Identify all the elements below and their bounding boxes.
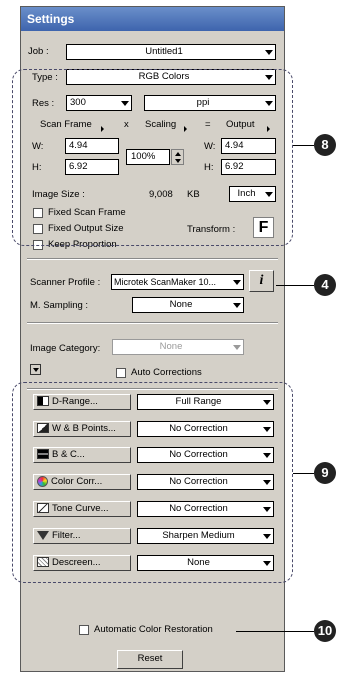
callout-10: 10	[314, 620, 336, 642]
callout-line-10	[236, 631, 314, 632]
m-sampling-value: None	[169, 299, 193, 310]
panel-title: Settings	[21, 7, 284, 31]
scanner-profile-value: Microtek ScanMaker 10...	[114, 277, 217, 287]
info-button[interactable]: i	[249, 270, 274, 292]
group-bracket-8	[12, 69, 293, 246]
divider	[27, 322, 278, 324]
m-sampling-label: M. Sampling :	[30, 300, 89, 311]
callout-line-4	[276, 285, 314, 286]
reset-button[interactable]: Reset	[117, 650, 183, 669]
auto-color-restoration-label: Automatic Color Restoration	[94, 624, 213, 635]
job-value: Untitled1	[145, 46, 183, 57]
group-bracket-9	[12, 382, 293, 583]
scanner-profile-dropdown[interactable]: Microtek ScanMaker 10...	[111, 274, 244, 290]
image-category-dropdown[interactable]: None	[112, 339, 244, 355]
callout-9: 9	[314, 462, 336, 484]
auto-color-restoration-checkbox[interactable]	[79, 625, 89, 635]
chevron-down-icon	[233, 303, 241, 308]
job-label: Job :	[28, 46, 49, 57]
auto-corrections-label: Auto Corrections	[131, 367, 202, 378]
chevron-down-icon	[33, 368, 39, 372]
scanner-profile-label: Scanner Profile :	[30, 277, 101, 288]
callout-4: 4	[314, 274, 336, 296]
m-sampling-dropdown[interactable]: None	[132, 297, 244, 313]
divider	[27, 258, 278, 260]
chevron-down-icon	[233, 280, 241, 285]
chevron-down-icon	[265, 50, 273, 55]
chevron-down-icon	[233, 345, 241, 350]
callout-line-9	[293, 473, 314, 474]
image-category-value: None	[159, 341, 183, 352]
auto-corrections-checkbox[interactable]	[116, 368, 126, 378]
callout-line-8	[293, 145, 314, 146]
collapse-toggle[interactable]	[30, 364, 41, 375]
figure: Settings Job : Untitled1 Type : RGB Colo…	[0, 0, 350, 677]
job-dropdown[interactable]: Untitled1	[66, 44, 276, 60]
callout-8: 8	[314, 134, 336, 156]
image-category-label: Image Category:	[30, 343, 101, 354]
